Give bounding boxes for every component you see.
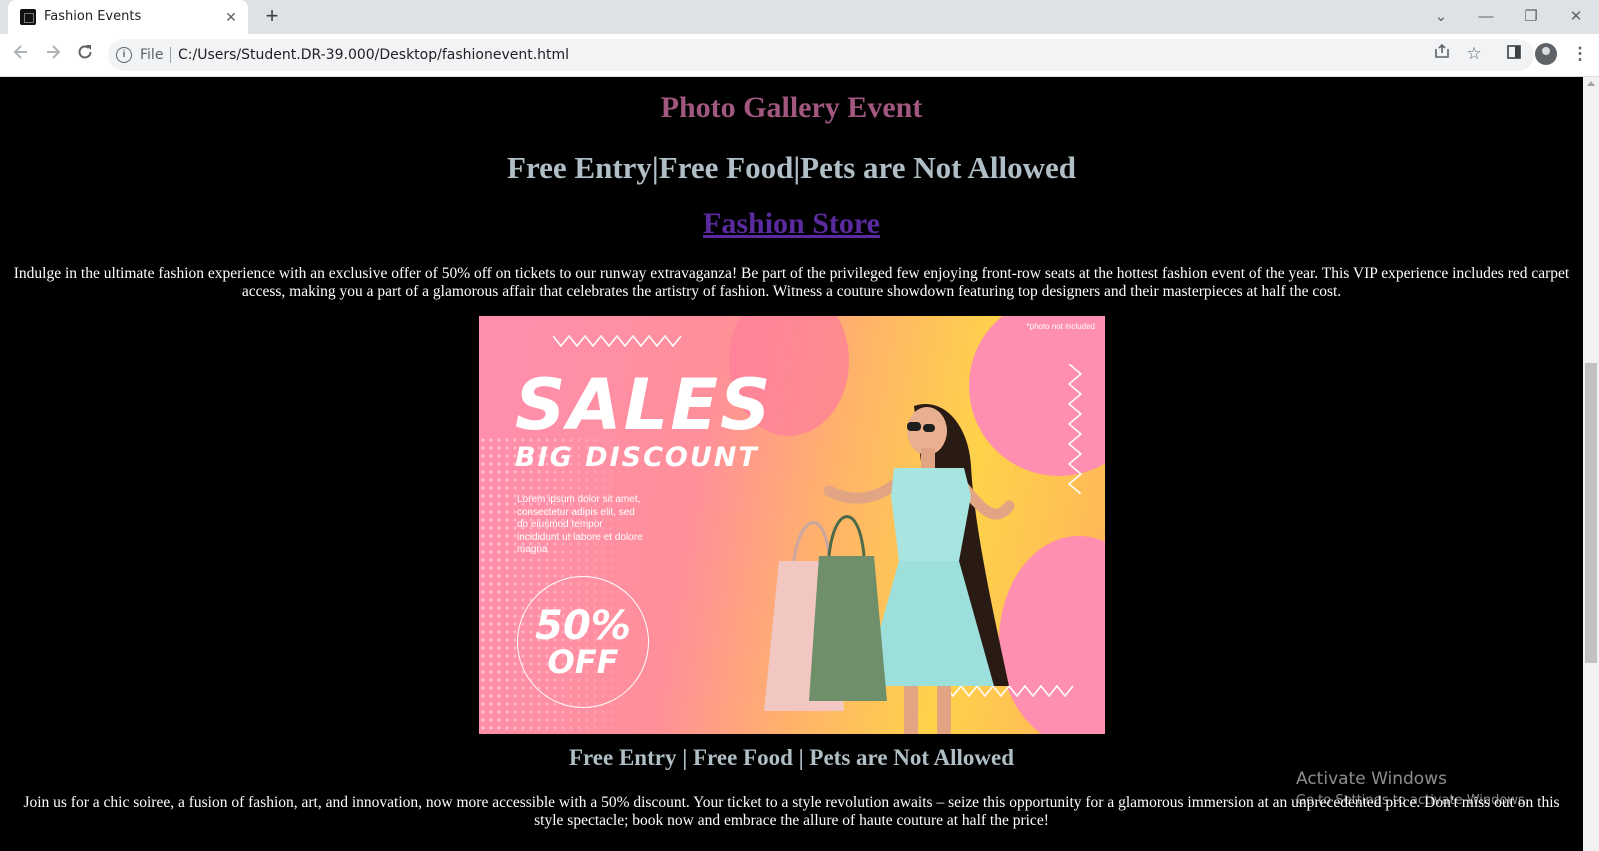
scroll-up-arrow-icon[interactable] — [1587, 81, 1595, 86]
event-info-heading: Free Entry|Free Food|Pets are Not Allowe… — [507, 150, 1076, 185]
watermark-line-2: Go to Settings to activate Windows. — [1296, 793, 1529, 808]
info-icon[interactable]: i — [116, 47, 132, 63]
address-bar[interactable]: i File C:/Users/Student.DR-39.000/Deskto… — [108, 39, 1534, 71]
scroll-thumb[interactable] — [1585, 363, 1597, 663]
scheme-label: File — [140, 47, 164, 63]
new-tab-button[interactable]: + — [260, 5, 284, 29]
kebab-menu-icon[interactable]: ⋮ — [1568, 42, 1592, 66]
fashion-store-link[interactable]: Fashion Store — [0, 207, 1583, 241]
event-info-subheading: Free Entry | Free Food | Pets are Not Al… — [568, 745, 1015, 770]
minimize-button[interactable]: — — [1469, 6, 1503, 28]
tab-close-icon[interactable]: ✕ — [222, 8, 240, 26]
banner-lorem-text: Lorem ipsum dolor sit amet, consectetur … — [517, 494, 643, 555]
side-panel-icon[interactable] — [1502, 42, 1526, 66]
tab-search-icon[interactable]: ⌄ — [1424, 6, 1458, 28]
tab-title: Fashion Events — [44, 9, 142, 24]
discount-circle: 50% OFF — [517, 576, 649, 708]
banner-disclaimer: *photo not included — [1026, 322, 1096, 331]
reload-icon[interactable] — [72, 42, 98, 68]
forward-arrow-icon[interactable] — [40, 42, 66, 68]
discount-off: OFF — [547, 643, 619, 681]
sales-banner-image: *photo not included SALES BIG DISCOUNT L… — [479, 316, 1105, 734]
share-icon[interactable] — [1430, 42, 1454, 66]
page-favicon-icon — [20, 9, 36, 25]
windows-activation-watermark: Activate Windows Go to Settings to activ… — [1296, 769, 1529, 808]
browser-tab[interactable]: Fashion Events ✕ — [8, 0, 248, 34]
watermark-line-1: Activate Windows — [1296, 769, 1447, 789]
address-separator — [170, 47, 171, 63]
tab-strip: Fashion Events ✕ + ⌄ — ❐ ✕ — [0, 0, 1599, 34]
close-window-button[interactable]: ✕ — [1559, 6, 1593, 28]
intro-paragraph: Indulge in the ultimate fashion experien… — [13, 265, 1570, 300]
browser-toolbar: i File C:/Users/Student.DR-39.000/Deskto… — [0, 34, 1599, 77]
model-illustration — [764, 404, 1015, 734]
page-title: Photo Gallery Event — [660, 91, 923, 124]
zigzag-decoration — [1067, 364, 1083, 494]
url-text[interactable]: C:/Users/Student.DR-39.000/Desktop/fashi… — [178, 47, 569, 63]
back-arrow-icon[interactable] — [8, 42, 34, 68]
restore-button[interactable]: ❐ — [1514, 6, 1548, 28]
page-scrollbar[interactable] — [1583, 77, 1599, 851]
zigzag-decoration — [553, 334, 682, 348]
page-content: Photo Gallery Event Free Entry|Free Food… — [0, 77, 1583, 851]
profile-icon[interactable] — [1535, 43, 1557, 65]
star-icon[interactable]: ☆ — [1462, 42, 1486, 66]
